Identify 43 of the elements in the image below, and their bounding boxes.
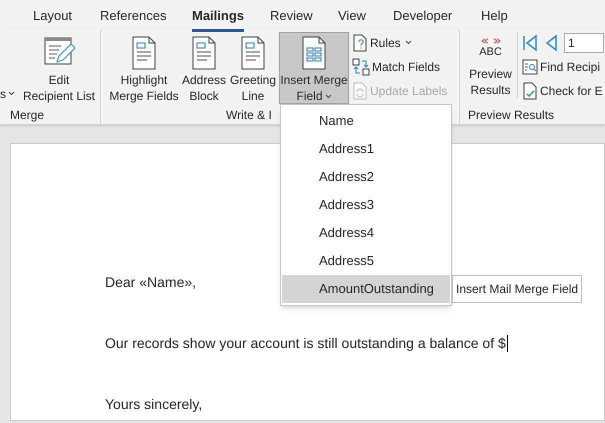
match-button[interactable]: Match Fields [352,56,448,78]
menu-item[interactable]: Address1 [282,135,450,163]
ribbon-tab[interactable]: View [338,0,366,32]
previous-record-icon[interactable] [544,34,558,52]
ribbon-tab[interactable]: References [100,0,166,32]
highlight-merge-fields-button[interactable]: Highlight Merge Fields [109,32,179,104]
document-check-icon [522,82,538,100]
ribbon-tab[interactable]: Developer [393,0,452,32]
match-fields-icon [352,58,370,76]
document-paragraph: Yours sincerely, [105,395,202,414]
dropdown-button[interactable]: s [0,85,20,103]
edit-recipient-list-button[interactable]: Edit Recipient List [22,32,96,104]
document-paragraph: Dear «Name», [105,273,196,292]
menu-item[interactable]: AmountOutstanding [282,275,450,303]
menu-item[interactable]: Address2 [282,163,450,191]
group-label: Preview Results [468,107,554,124]
menu-item[interactable]: Name [282,107,450,135]
group-label: Merge [10,107,44,124]
menu-item[interactable]: Address3 [282,191,450,219]
caret-icon [404,40,412,45]
caret-icon [8,91,15,96]
find-recipient-button[interactable]: Find Recipi [522,56,604,78]
ribbon-tab[interactable]: Help [481,0,508,32]
preview-results-button[interactable]: ABC Preview Results [464,32,518,98]
tooltip: Insert Mail Merge Field [452,275,582,303]
list-edit-icon [43,36,75,66]
search-list-icon [522,59,538,75]
first-record-icon[interactable] [522,34,538,52]
ribbon-tab[interactable]: Review [270,0,313,32]
menu-item[interactable]: Address5 [282,247,450,275]
rules-button[interactable]: Rules [352,32,448,54]
check-for-errors-button[interactable]: Check for E [522,80,604,102]
record-number-field[interactable]: 1 [564,33,604,53]
insert-merge-field-button[interactable]: Insert Merge Field [279,32,349,104]
menu-item[interactable]: Address4 [282,219,450,247]
ribbon-tab[interactable]: Layout [33,0,72,32]
refresh-document-icon [352,82,368,100]
document-question-icon [352,34,368,52]
document-paragraph: Our records show your account is still outstanding a balance of $ [105,334,506,353]
group-label: Write & I [226,107,272,124]
greeting-line-button[interactable]: Greeting Line [229,32,277,104]
caret-icon [324,94,332,99]
address-block-button[interactable]: Address Block [181,32,227,104]
